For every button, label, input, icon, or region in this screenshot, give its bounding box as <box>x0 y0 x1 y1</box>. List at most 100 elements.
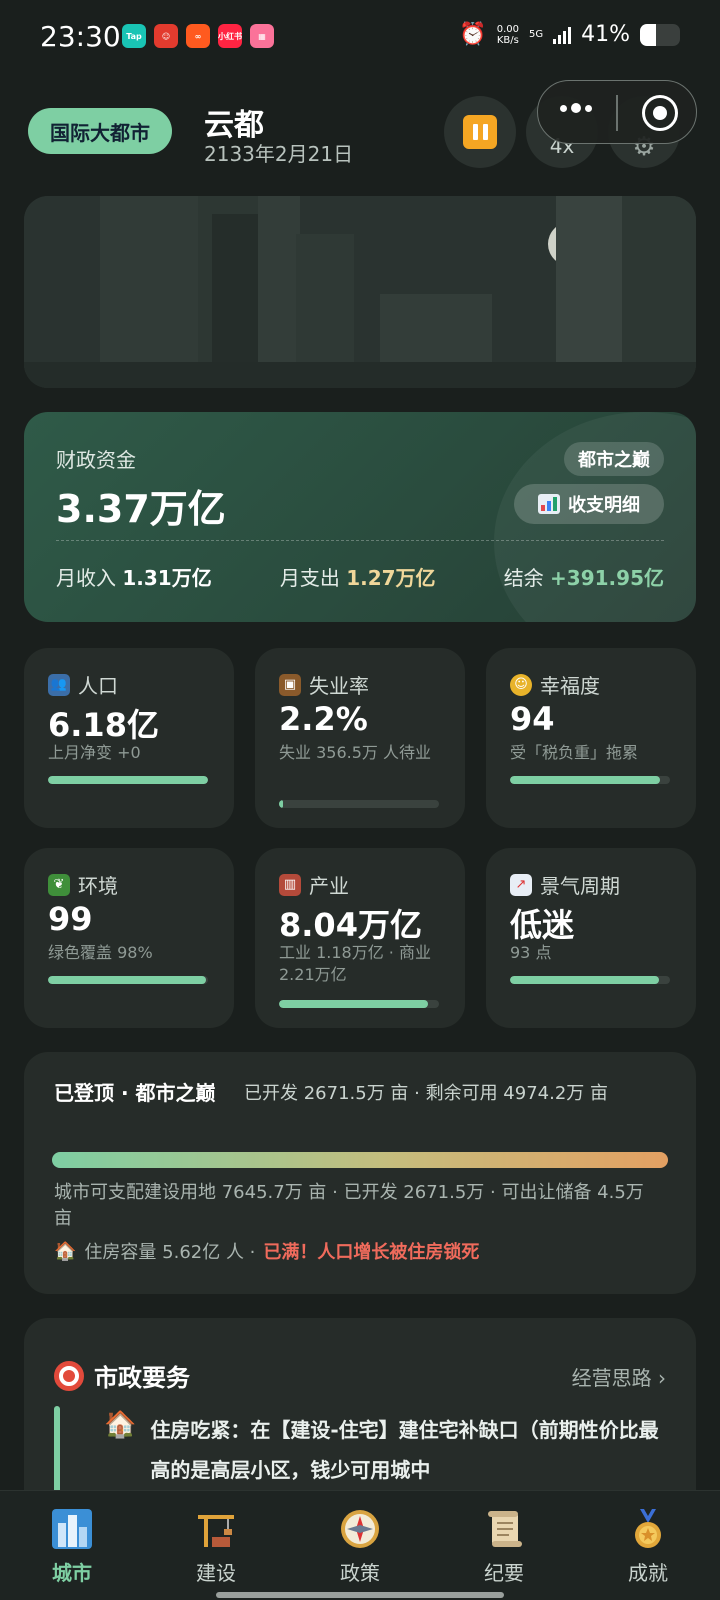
stat-subtitle: 受「税负重」拖累 <box>510 743 639 762</box>
house-icon: 🏠 <box>104 1410 137 1440</box>
housing-status: 🏠 住房容量 5.62亿 人 · 已满！人口增长被住房锁死 <box>54 1238 479 1264</box>
nav-item-policy[interactable]: 政策 <box>288 1491 432 1600</box>
miniprogram-capsule <box>537 80 697 144</box>
medal-icon <box>626 1507 670 1551</box>
target-icon <box>54 1360 84 1391</box>
nav-item-build[interactable]: 建设 <box>144 1491 288 1600</box>
stat-progress-bar <box>279 1000 439 1008</box>
stat-value: 低迷 <box>510 906 575 944</box>
land-developed-text: 已开发 2671.5万 亩 · 剩余可用 4974.2万 亩 <box>244 1083 609 1104</box>
affairs-item-text: 住房吃紧：在【建设-住宅】建住宅补缺口（前期性价比最高的是高层小区，钱少可用城中 <box>150 1418 659 1482</box>
stat-value: 94 <box>510 700 555 738</box>
leaf-icon: ❦ <box>48 873 70 896</box>
nav-label: 建设 <box>196 1561 236 1585</box>
smile-icon: ☺ <box>510 673 532 696</box>
housing-warning: 已满！人口增长被住房锁死 <box>263 1242 480 1263</box>
compass-icon <box>338 1507 382 1551</box>
monthly-income: 月收入 1.31万亿 <box>56 566 212 590</box>
city-skyline-illustration <box>24 196 696 388</box>
pause-button[interactable] <box>444 96 516 168</box>
strategy-link[interactable]: 经营思路 › <box>572 1362 666 1391</box>
stat-progress-bar <box>510 776 670 784</box>
close-miniprogram-icon[interactable] <box>642 95 678 131</box>
app-notification-icon: ☺ <box>154 24 178 48</box>
stat-value: 99 <box>48 900 93 938</box>
finance-divider <box>56 540 664 541</box>
stat-value: 6.18亿 <box>48 706 159 744</box>
status-bar: 23:30 Tap ☺ ∞ 小红书 ▦ ⏰ 0.00 KB/s 5G 41% <box>0 0 720 72</box>
stat-progress-bar <box>279 800 439 808</box>
finance-tier-tag: 都市之巅 <box>564 442 664 476</box>
scroll-icon <box>482 1507 526 1551</box>
net-speed: 0.00 KB/s <box>496 23 519 46</box>
stat-title: ☺ 幸福度 <box>510 670 600 699</box>
nav-label: 政策 <box>340 1561 380 1585</box>
monthly-expense: 月支出 1.27万亿 <box>279 566 436 590</box>
taptap-app-icon: Tap <box>122 24 146 48</box>
stat-subtitle: 上月净变 +0 <box>48 743 141 762</box>
stat-value: 2.2% <box>279 700 368 738</box>
stat-progress-bar <box>48 776 208 784</box>
city-rank-badge[interactable]: 国际大都市 <box>28 108 172 154</box>
stat-card-industry[interactable]: ▥ 产业 8.04万亿 工业 1.18万亿 · 商业 2.21万亿 <box>255 848 465 1028</box>
stat-subtitle: 绿色覆盖 98% <box>48 943 153 962</box>
notification-icons: Tap ☺ ∞ 小红书 ▦ <box>122 24 274 48</box>
bilibili-app-icon: ▦ <box>250 24 274 48</box>
construction-crane-icon <box>194 1507 238 1551</box>
briefcase-icon: ▣ <box>279 673 301 696</box>
finance-detail-label: 收支明细 <box>568 495 640 516</box>
finance-detail-button[interactable]: 收支明细 <box>514 484 664 524</box>
land-progress-bar <box>52 1152 668 1168</box>
alarm-icon: ⏰ <box>459 22 487 47</box>
land-development-card: 已登顶 · 都市之巅 已开发 2671.5万 亩 · 剩余可用 4974.2万 … <box>24 1052 696 1294</box>
network-type: 5G <box>528 29 544 40</box>
pause-icon <box>463 115 497 149</box>
affairs-title: 市政要务 <box>54 1358 190 1393</box>
game-date: 2133年2月21日 <box>204 142 354 166</box>
stat-card-unemployment[interactable]: ▣ 失业率 2.2% 失业 356.5万 人待业 <box>255 648 465 828</box>
land-title: 已登顶 · 都市之巅 <box>54 1081 216 1105</box>
finance-value: 3.37万亿 <box>56 487 226 531</box>
bottom-nav: 城市 建设 政策 纪要 成就 <box>0 1490 720 1600</box>
nav-item-achievements[interactable]: 成就 <box>576 1491 720 1600</box>
nav-item-city[interactable]: 城市 <box>0 1491 144 1600</box>
nav-label: 成就 <box>628 1561 668 1585</box>
city-icon <box>50 1507 94 1551</box>
finance-label: 财政资金 <box>56 448 136 472</box>
nav-label: 纪要 <box>484 1561 524 1585</box>
xiaohongshu-app-icon: 小红书 <box>218 24 242 48</box>
affairs-item[interactable]: 🏠 住房吃紧：在【建设-住宅】建住宅补缺口（前期性价比最高的是高层小区，钱少可用… <box>104 1410 670 1490</box>
monthly-balance: 结余 +391.95亿 <box>503 566 664 590</box>
stat-value: 8.04万亿 <box>279 906 422 944</box>
stat-progress-bar <box>48 976 208 984</box>
stat-progress-bar <box>510 976 670 984</box>
home-indicator[interactable] <box>216 1592 504 1598</box>
stat-card-business-cycle[interactable]: ↗ 景气周期 低迷 93 点 <box>486 848 696 1028</box>
stat-subtitle: 失业 356.5万 人待业 <box>279 743 431 762</box>
battery-percent: 41% <box>581 22 630 47</box>
stat-card-population[interactable]: 👥 人口 6.18亿 上月净变 +0 <box>24 648 234 828</box>
housing-capacity-text: 住房容量 5.62亿 人 · <box>84 1242 256 1263</box>
trend-chart-icon: ↗ <box>510 873 532 896</box>
bar-chart-icon <box>538 494 560 514</box>
factory-icon: ▥ <box>279 873 301 896</box>
signal-icon <box>553 26 572 44</box>
people-icon: 👥 <box>48 673 70 696</box>
status-right: ⏰ 0.00 KB/s 5G 41% <box>459 22 680 47</box>
nav-item-records[interactable]: 纪要 <box>432 1491 576 1600</box>
nav-label: 城市 <box>52 1561 92 1585</box>
finance-summary-row: 月收入 1.31万亿 月支出 1.27万亿 结余 +391.95亿 <box>56 562 664 591</box>
stat-title: 👥 人口 <box>48 670 118 699</box>
finance-card: 财政资金 3.37万亿 都市之巅 收支明细 月收入 1.31万亿 月支出 1.2… <box>24 412 696 622</box>
app-notification-icon: ∞ <box>186 24 210 48</box>
stat-title: ❦ 环境 <box>48 870 118 899</box>
stat-subtitle: 93 点 <box>510 943 552 962</box>
battery-icon <box>640 23 680 46</box>
status-time: 23:30 <box>40 20 121 53</box>
stat-title: ▥ 产业 <box>279 870 349 899</box>
more-dots-icon[interactable] <box>560 103 592 113</box>
stat-subtitle: 工业 1.18万亿 · 商业 2.21万亿 <box>279 943 431 984</box>
stat-card-environment[interactable]: ❦ 环境 99 绿色覆盖 98% <box>24 848 234 1028</box>
stat-title: ↗ 景气周期 <box>510 870 620 899</box>
stat-card-happiness[interactable]: ☺ 幸福度 94 受「税负重」拖累 <box>486 648 696 828</box>
